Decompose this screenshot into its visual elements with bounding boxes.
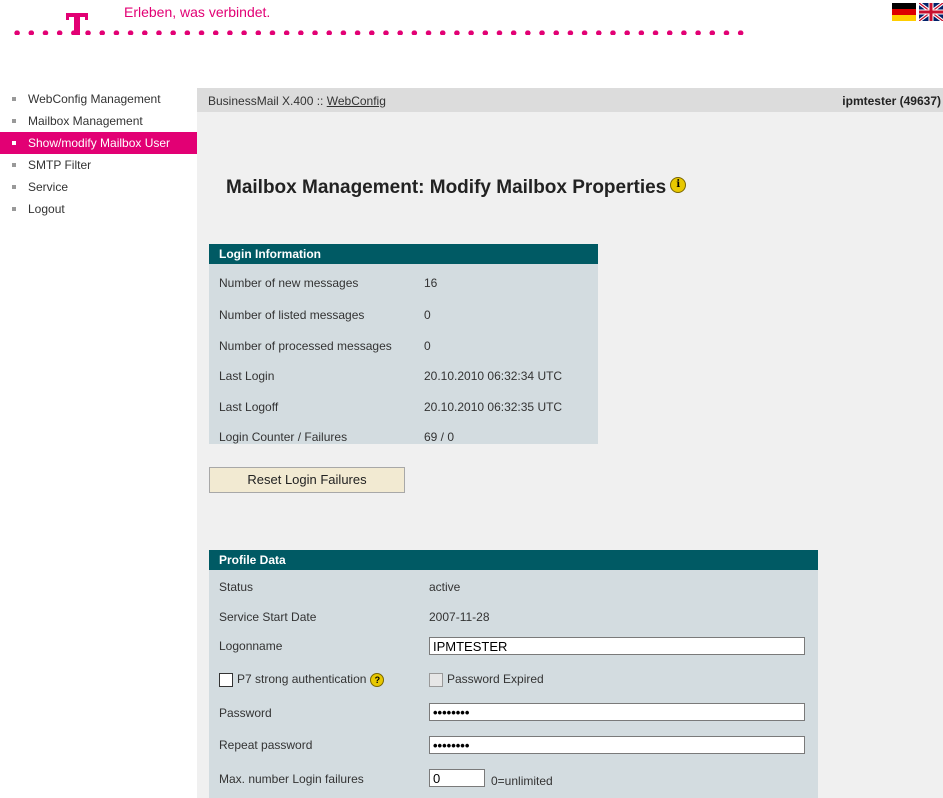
breadcrumb-bar: BusinessMail X.400 :: WebConfig ipmteste… [197,88,943,112]
p7-auth-label: P7 strong authentication [237,672,367,686]
sidebar-item-logout[interactable]: Logout [0,198,197,220]
max-login-failures-label: Max. number Login failures [219,772,364,786]
row-label: Last Logoff [219,400,279,414]
password-label: Password [219,706,272,720]
row-label: Number of new messages [219,276,359,290]
row-value: 69 / 0 [424,430,455,444]
row-value: 16 [424,276,438,290]
password-expired-label: Password Expired [447,672,544,686]
brand-dot-line [10,30,748,35]
repeat-password-input[interactable]: •••••••• [429,736,805,754]
help-icon[interactable]: ? [370,672,385,687]
user-id: ipmtester (49637) [842,94,941,108]
login-information-panel: Login Information Number of new messages… [209,244,598,444]
slogan: Erleben, was verbindet. [124,4,271,20]
page-title-wrap: Mailbox Management: Modify Mailbox Prope… [226,177,687,199]
status-value: active [429,580,461,594]
logonname-label: Logonname [219,639,283,653]
profile-data-panel: Profile Data Status active Service Start… [209,550,818,798]
sidebar-item-mailbox-management[interactable]: Mailbox Management [0,110,197,132]
sidebar-nav: WebConfig Management Mailbox Management … [0,88,197,798]
row-value: 20.10.2010 06:32:35 UTC [424,400,563,414]
row-label: Number of listed messages [219,308,365,322]
logonname-input[interactable]: IPMTESTER [429,637,805,655]
service-start-value: 2007-11-28 [429,610,490,624]
panel-header: Login Information [209,244,598,264]
repeat-password-label: Repeat password [219,738,313,752]
site-header: Erleben, was verbindet. [0,0,943,88]
sidebar-item-show-modify-mailbox-user[interactable]: Show/modify Mailbox User [0,132,197,154]
row-label: Number of processed messages [219,339,392,353]
language-switcher [892,3,943,21]
info-icon[interactable]: i [670,177,687,193]
p7-auth-row: P7 strong authentication? [219,672,385,687]
breadcrumb-link-webconfig[interactable]: WebConfig [327,94,386,108]
row-label: Login Counter / Failures [219,430,348,444]
uk-flag-icon[interactable] [919,3,943,21]
row-value: 0 [424,308,431,322]
password-expired-checkbox[interactable] [429,672,443,687]
status-label: Status [219,580,254,594]
service-start-label: Service Start Date [219,610,317,624]
password-expired-row: Password Expired [429,672,544,687]
sidebar-item-service[interactable]: Service [0,176,197,198]
panel-header: Profile Data [209,550,818,570]
sidebar-item-smtp-filter[interactable]: SMTP Filter [0,154,197,176]
german-flag-icon[interactable] [892,3,916,21]
row-value: 20.10.2010 06:32:34 UTC [424,369,563,383]
breadcrumb: BusinessMail X.400 :: WebConfig [208,94,386,108]
row-label: Last Login [219,369,275,383]
password-input[interactable]: •••••••• [429,703,805,721]
row-value: 0 [424,339,431,353]
main-content: BusinessMail X.400 :: WebConfig ipmteste… [197,88,943,798]
sidebar-item-webconfig-management[interactable]: WebConfig Management [0,88,197,110]
max-login-failures-input[interactable]: 0 [429,769,485,787]
breadcrumb-prefix: BusinessMail X.400 :: [208,94,324,108]
max-login-failures-hint: 0=unlimited [491,774,553,788]
page-title: Mailbox Management: Modify Mailbox Prope… [226,177,667,198]
reset-login-failures-button[interactable]: Reset Login Failures [209,467,405,493]
p7-auth-checkbox[interactable] [219,672,233,687]
